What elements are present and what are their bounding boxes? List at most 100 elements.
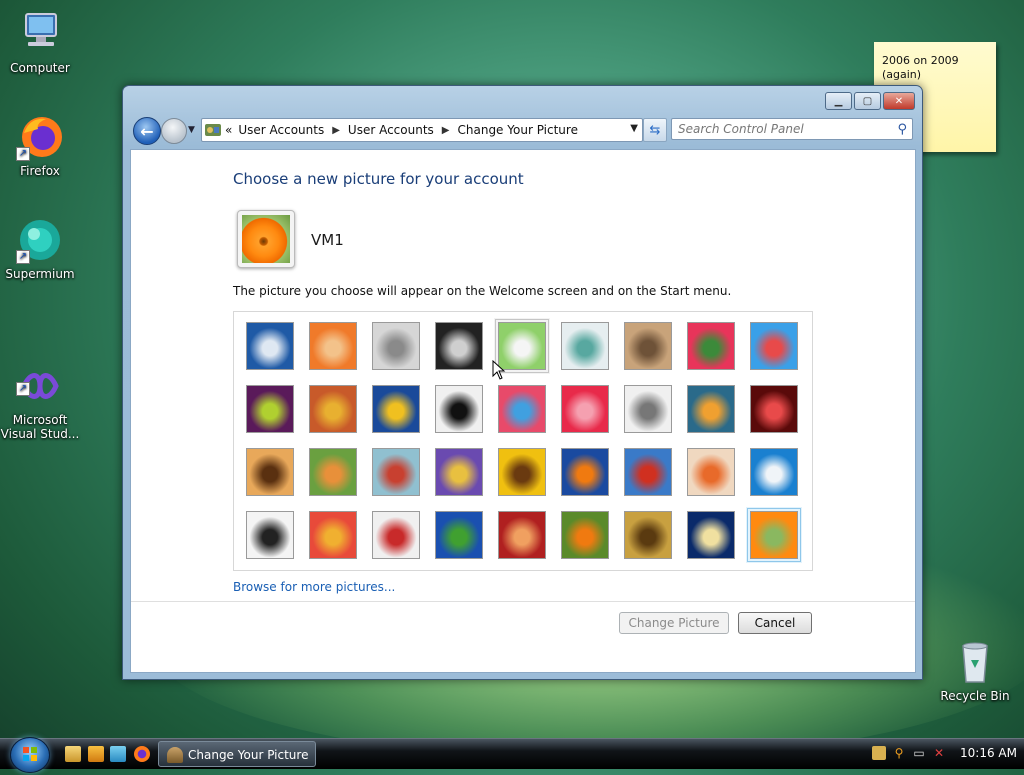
recent-pages-dropdown[interactable]: ▼ [188, 125, 195, 135]
picture-woven-pattern[interactable] [498, 511, 546, 559]
picture-paper-star[interactable] [561, 385, 609, 433]
picture-robot-dog[interactable] [372, 322, 420, 370]
maximize-icon: ▢ [862, 95, 873, 107]
picture-striped-fabric[interactable] [309, 511, 357, 559]
navigation-bar: ← ▼ « User Accounts ▶ User Accounts ▶ Ch… [131, 117, 914, 145]
windows-logo-icon [23, 747, 37, 761]
media-player-quicklaunch-icon[interactable] [88, 746, 104, 762]
picture-paper-crane[interactable] [750, 385, 798, 433]
safely-remove-icon[interactable] [872, 746, 886, 760]
picture-green-window[interactable] [435, 511, 483, 559]
picture-butterfly[interactable] [561, 511, 609, 559]
taskbar-button-change-picture[interactable]: Change Your Picture [158, 741, 316, 767]
back-button[interactable]: ← [133, 117, 161, 145]
picture-border-collie[interactable] [435, 385, 483, 433]
picture-description: The picture you choose will appear on th… [233, 284, 732, 298]
desktop-icon-label: Supermium [5, 267, 75, 281]
picture-lighthouse[interactable] [687, 511, 735, 559]
picture-pomeranian[interactable] [309, 448, 357, 496]
picture-marbles[interactable] [372, 511, 420, 559]
explorer-quicklaunch-icon[interactable] [65, 746, 81, 762]
back-arrow-icon: ← [140, 121, 154, 141]
picture-daruma-doll[interactable] [687, 448, 735, 496]
firefox-quicklaunch-icon[interactable] [134, 746, 150, 762]
desktop-icon-recycle-bin[interactable]: Recycle Bin [935, 638, 1015, 703]
system-tray: ⚲ ▭ ✕ [872, 746, 946, 760]
picture-scarves[interactable] [435, 448, 483, 496]
recycle-bin-icon [951, 638, 999, 686]
desktop-icon-supermium[interactable]: ↗ Supermium [0, 216, 80, 281]
picture-gyroscope[interactable] [561, 322, 609, 370]
page-title: Choose a new picture for your account [233, 170, 524, 188]
breadcrumb-item[interactable]: User Accounts [348, 123, 434, 137]
mouse-cursor-icon [492, 360, 506, 380]
picture-ferris-wheel[interactable] [246, 322, 294, 370]
picture-wicker[interactable] [624, 511, 672, 559]
address-bar[interactable]: « User Accounts ▶ User Accounts ▶ Change… [201, 118, 643, 142]
minimize-button[interactable]: ▁ [825, 92, 852, 110]
picture-record-player[interactable] [435, 322, 483, 370]
picture-jacks[interactable] [624, 385, 672, 433]
forward-button[interactable] [161, 118, 187, 144]
supermium-icon: ↗ [16, 216, 64, 264]
desktop-icon-label: Microsoft Visual Stud... [0, 413, 80, 441]
desktop-icon-visual-studio[interactable]: ↗ Microsoft Visual Stud... [0, 334, 80, 455]
search-placeholder: Search Control Panel [678, 122, 804, 136]
desktop-icon-firefox[interactable]: ↗ Firefox [0, 113, 80, 178]
breadcrumb-separator-icon[interactable]: ▶ [442, 125, 450, 136]
caption-buttons: ▁ ▢ ✕ [825, 92, 915, 110]
picture-yarn[interactable] [309, 385, 357, 433]
picture-goldfish[interactable] [561, 448, 609, 496]
current-account-picture [237, 210, 295, 268]
picture-stairs[interactable] [687, 385, 735, 433]
close-button[interactable]: ✕ [883, 92, 915, 110]
breadcrumb-item[interactable]: User Accounts [238, 123, 324, 137]
divider [131, 601, 915, 602]
desktop-icon-label: Computer [10, 61, 70, 75]
picture-soccer-ball[interactable] [246, 511, 294, 559]
refresh-icon: ⇆ [649, 122, 661, 138]
user-accounts-icon [167, 747, 183, 763]
firefox-icon: ↗ [16, 113, 64, 161]
change-picture-button[interactable]: Change Picture [619, 612, 729, 634]
maximize-button[interactable]: ▢ [854, 92, 881, 110]
picture-pinwheel[interactable] [750, 322, 798, 370]
shortcut-arrow-icon: ↗ [16, 382, 30, 396]
picture-leaf[interactable] [372, 385, 420, 433]
picture-guitar[interactable] [246, 448, 294, 496]
account-username: VM1 [311, 231, 344, 249]
clock[interactable]: 10:16 AM [960, 746, 1017, 760]
refresh-button[interactable]: ⇆ [643, 118, 667, 142]
picture-pink-flower[interactable] [687, 322, 735, 370]
network-icon[interactable]: ▭ [912, 746, 926, 760]
picture-sunflower[interactable] [498, 448, 546, 496]
cancel-button[interactable]: Cancel [738, 612, 812, 634]
picture-ball[interactable] [246, 385, 294, 433]
breadcrumb-overflow-icon[interactable]: « [225, 123, 232, 137]
change-picture-window[interactable]: ▁ ▢ ✕ ← ▼ « User Accounts ▶ User Account… [122, 85, 923, 680]
picture-toy-robot[interactable] [372, 448, 420, 496]
visual-studio-icon: ↗ [16, 348, 64, 399]
computer-icon [16, 10, 64, 58]
close-icon: ✕ [894, 95, 904, 107]
picture-sailboat[interactable] [750, 448, 798, 496]
search-tray-icon[interactable]: ⚲ [892, 746, 906, 760]
browse-pictures-link[interactable]: Browse for more pictures... [233, 580, 395, 594]
breadcrumb-item[interactable]: Change Your Picture [458, 123, 578, 137]
shortcut-arrow-icon: ↗ [16, 147, 30, 161]
switch-windows-quicklaunch-icon[interactable] [110, 746, 126, 762]
volume-muted-icon[interactable]: ✕ [932, 746, 946, 760]
breadcrumb-separator-icon[interactable]: ▶ [332, 125, 340, 136]
search-icon[interactable]: ⚲ [897, 122, 907, 137]
address-dropdown-icon[interactable]: ▼ [630, 123, 638, 134]
desktop-icon-computer[interactable]: Computer [0, 10, 80, 75]
picture-kitten[interactable] [624, 322, 672, 370]
picture-hot-air-balloon[interactable] [624, 448, 672, 496]
search-input[interactable]: Search Control Panel ⚲ [671, 118, 913, 140]
picture-crayons[interactable] [498, 385, 546, 433]
picture-starfish[interactable] [309, 322, 357, 370]
desktop-icon-label: Recycle Bin [940, 689, 1010, 703]
picture-grid [233, 311, 813, 571]
minimize-icon: ▁ [834, 95, 843, 107]
picture-orange-flower[interactable] [747, 508, 801, 562]
